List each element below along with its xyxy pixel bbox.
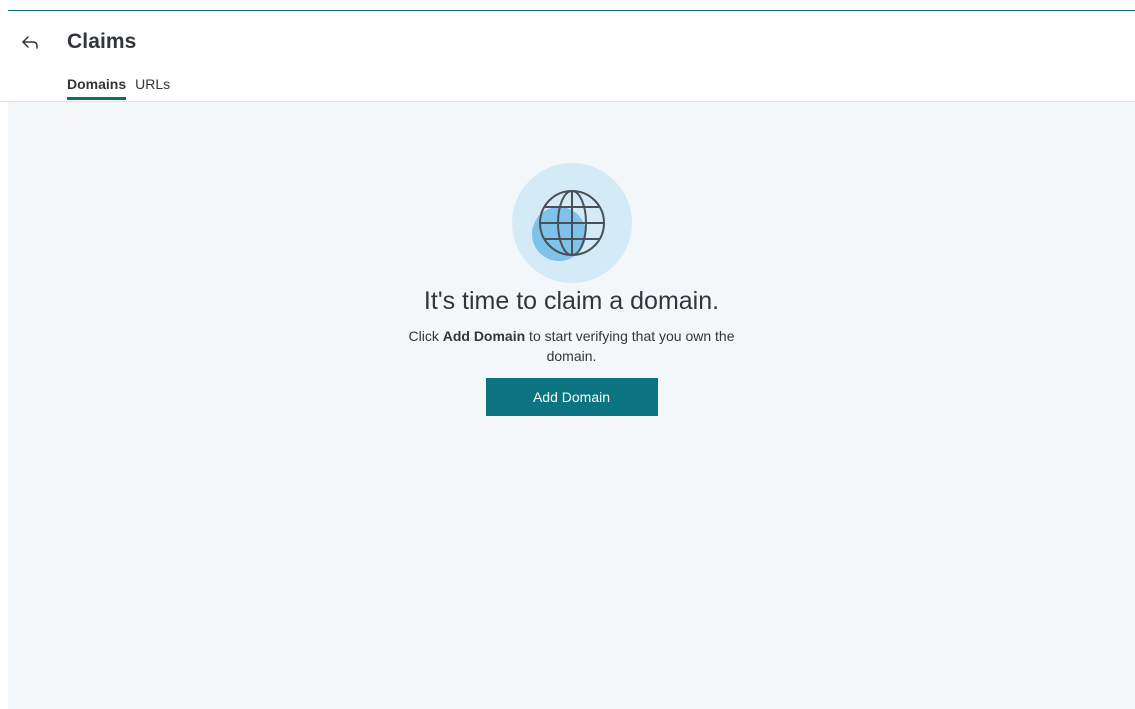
main-content: It's time to claim a domain. Click Add D… <box>8 102 1135 709</box>
description-suffix: to start verifying that you own the doma… <box>525 328 735 364</box>
empty-state-title: It's time to claim a domain. <box>423 287 720 315</box>
app-window: Claims Domains URLs It's time to claim a… <box>0 0 1135 709</box>
empty-state: It's time to claim a domain. Click Add D… <box>8 102 1135 416</box>
empty-state-description: Click Add Domain to start verifying that… <box>407 326 737 366</box>
page-header: Claims Domains URLs <box>0 11 1135 102</box>
back-button[interactable] <box>18 32 42 54</box>
globe-icon <box>511 163 632 283</box>
page-title: Claims <box>67 30 137 53</box>
add-domain-button[interactable]: Add Domain <box>485 378 658 416</box>
description-bold: Add Domain <box>442 328 526 344</box>
back-arrow-icon <box>22 36 38 49</box>
tab-urls[interactable]: URLs <box>135 76 170 98</box>
description-prefix: Click <box>408 328 443 344</box>
tab-domains[interactable]: Domains <box>67 76 127 100</box>
tab-bar: Domains URLs <box>67 76 179 100</box>
